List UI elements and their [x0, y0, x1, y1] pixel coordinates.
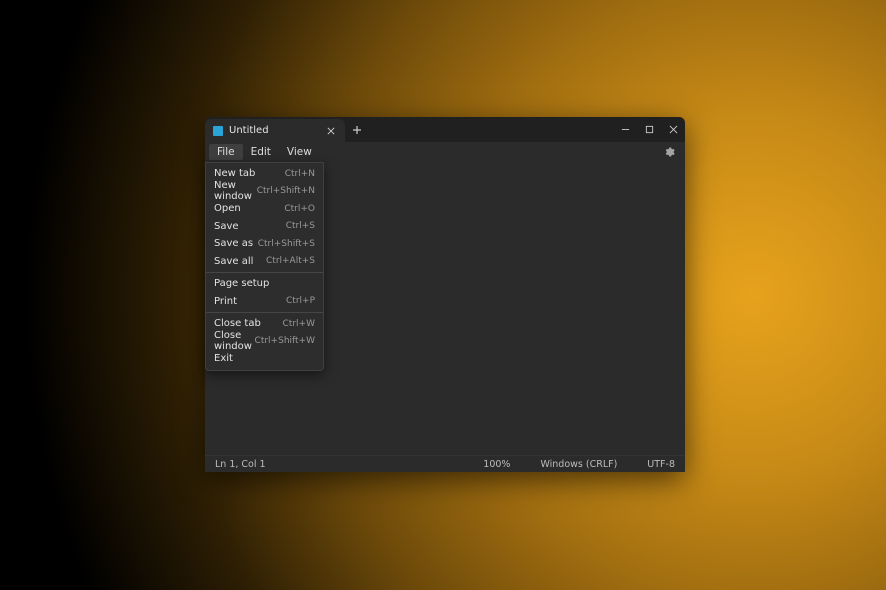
- menu-item-save[interactable]: SaveCtrl+S: [206, 218, 323, 236]
- menu-item-label: New tab: [214, 168, 285, 179]
- close-tab-button[interactable]: [323, 123, 339, 139]
- menu-item-shortcut: Ctrl+Shift+W: [255, 336, 315, 346]
- gear-icon: [663, 146, 675, 158]
- menubar: File Edit View New tabCtrl+NNew windowCt…: [205, 142, 685, 162]
- menu-item-new-window[interactable]: New windowCtrl+Shift+N: [206, 183, 323, 201]
- minimize-button[interactable]: [613, 117, 637, 142]
- close-icon: [669, 125, 678, 134]
- menu-item-exit[interactable]: Exit: [206, 350, 323, 368]
- menu-item-shortcut: Ctrl+S: [286, 221, 315, 231]
- menu-item-shortcut: Ctrl+N: [285, 169, 315, 179]
- plus-icon: [352, 125, 362, 135]
- notepad-icon: [213, 126, 223, 136]
- menu-item-page-setup[interactable]: Page setup: [206, 275, 323, 293]
- menu-item-label: Close tab: [214, 318, 283, 329]
- notepad-window: Untitled File Edit View: [205, 117, 685, 472]
- menu-item-label: Open: [214, 203, 284, 214]
- menu-item-label: New window: [214, 180, 257, 202]
- titlebar: Untitled: [205, 117, 685, 142]
- menu-view[interactable]: View: [279, 144, 320, 160]
- document-tab[interactable]: Untitled: [205, 119, 345, 142]
- statusbar: Ln 1, Col 1 100% Windows (CRLF) UTF-8: [205, 455, 685, 472]
- menu-item-label: Print: [214, 296, 286, 307]
- menu-item-shortcut: Ctrl+Shift+N: [257, 186, 315, 196]
- close-icon: [327, 127, 335, 135]
- menu-item-shortcut: Ctrl+W: [283, 319, 315, 329]
- menu-item-save-as[interactable]: Save asCtrl+Shift+S: [206, 235, 323, 253]
- maximize-button[interactable]: [637, 117, 661, 142]
- menu-item-shortcut: Ctrl+O: [284, 204, 315, 214]
- status-line-ending[interactable]: Windows (CRLF): [540, 459, 617, 470]
- window-controls: [613, 117, 685, 142]
- settings-button[interactable]: [661, 144, 677, 160]
- tab-title: Untitled: [229, 125, 317, 136]
- menu-item-shortcut: Ctrl+P: [286, 296, 315, 306]
- menu-item-shortcut: Ctrl+Shift+S: [258, 239, 315, 249]
- menu-item-open[interactable]: OpenCtrl+O: [206, 200, 323, 218]
- menu-separator: [206, 312, 323, 313]
- menu-item-label: Save: [214, 221, 286, 232]
- minimize-icon: [621, 125, 630, 134]
- menu-item-label: Close window: [214, 330, 255, 352]
- menu-item-label: Page setup: [214, 278, 315, 289]
- close-window-button[interactable]: [661, 117, 685, 142]
- menu-edit[interactable]: Edit: [243, 144, 279, 160]
- menu-separator: [206, 272, 323, 273]
- maximize-icon: [645, 125, 654, 134]
- menu-item-label: Save as: [214, 238, 258, 249]
- status-encoding[interactable]: UTF-8: [647, 459, 675, 470]
- menu-item-close-window[interactable]: Close windowCtrl+Shift+W: [206, 333, 323, 351]
- status-zoom[interactable]: 100%: [483, 459, 510, 470]
- menu-file[interactable]: File: [209, 144, 243, 160]
- status-cursor-position[interactable]: Ln 1, Col 1: [215, 459, 266, 470]
- file-menu-dropdown: New tabCtrl+NNew windowCtrl+Shift+NOpenC…: [205, 162, 324, 371]
- new-tab-button[interactable]: [345, 117, 369, 142]
- menu-item-print[interactable]: PrintCtrl+P: [206, 293, 323, 311]
- menu-item-label: Save all: [214, 256, 266, 267]
- menu-item-shortcut: Ctrl+Alt+S: [266, 256, 315, 266]
- menu-item-label: Exit: [214, 353, 315, 364]
- menu-item-save-all[interactable]: Save allCtrl+Alt+S: [206, 253, 323, 271]
